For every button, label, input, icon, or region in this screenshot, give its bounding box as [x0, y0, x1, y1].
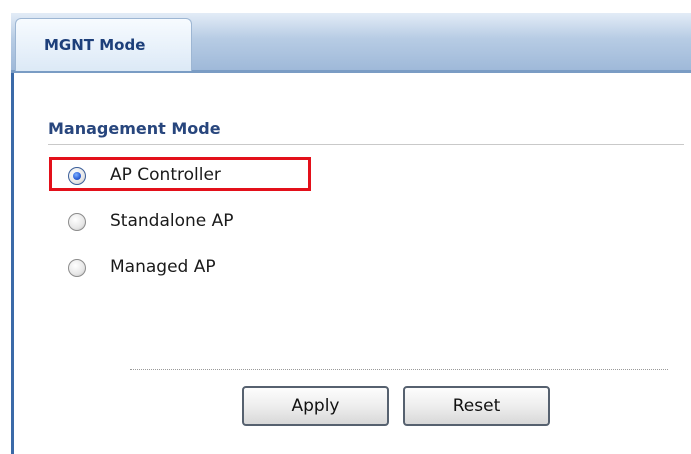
radio-button-managed-ap[interactable]: [68, 259, 86, 277]
tab-bar: MGNT Mode: [11, 13, 691, 73]
highlight-box: [49, 157, 311, 191]
cropped-caption: [0, 0, 691, 14]
tab-mgnt-mode[interactable]: MGNT Mode: [15, 18, 192, 71]
section-title: Management Mode: [48, 119, 221, 138]
radio-button-standalone-ap[interactable]: [68, 213, 86, 231]
button-divider: [130, 369, 668, 370]
reset-button[interactable]: Reset: [403, 386, 550, 426]
radio-option-standalone-ap[interactable]: Standalone AP: [64, 208, 324, 238]
tab-label: MGNT Mode: [44, 36, 146, 54]
section-divider: [48, 144, 684, 145]
radio-label-standalone-ap: Standalone AP: [110, 211, 234, 231]
radio-option-managed-ap[interactable]: Managed AP: [64, 254, 324, 284]
apply-button[interactable]: Apply: [242, 386, 389, 426]
radio-label-managed-ap: Managed AP: [110, 257, 216, 277]
content-panel: Management Mode AP Controller Standalone…: [11, 73, 691, 454]
